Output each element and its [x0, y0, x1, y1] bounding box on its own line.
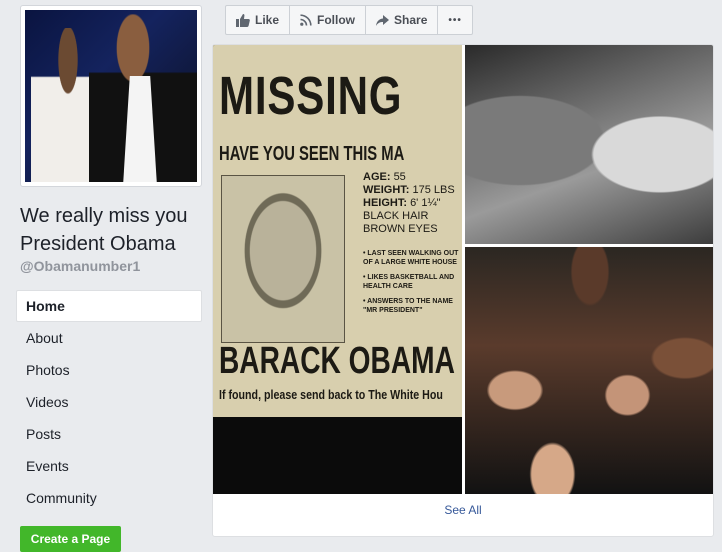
poster-footer: If found, please send back to The White … — [219, 387, 443, 402]
poster-bullet: • LIKES BASKETBALL AND HEALTH CARE — [363, 274, 455, 290]
height-label: HEIGHT: — [363, 197, 407, 209]
share-button[interactable]: Share — [366, 6, 439, 34]
like-label: Like — [255, 13, 280, 27]
page-handle[interactable]: @Obamanumber1 — [20, 258, 140, 274]
missing-poster: MISSING HAVE YOU SEEN THIS MA AGE: 55 WE… — [213, 45, 462, 417]
weight-value: 175 LBS — [412, 184, 455, 196]
age-label: AGE: — [363, 171, 391, 183]
side-navigation: Home About Photos Videos Posts Events Co… — [16, 290, 202, 514]
poster-portrait — [221, 175, 345, 343]
photo-basketball-crowd[interactable] — [465, 247, 713, 494]
eyes-text: BROWN EYES — [363, 223, 438, 235]
poster-bullet: • ANSWERS TO THE NAME "MR PRESIDENT" — [363, 298, 453, 314]
create-page-button[interactable]: Create a Page — [20, 526, 121, 552]
nav-item-videos[interactable]: Videos — [16, 386, 202, 418]
more-button[interactable]: ••• — [438, 6, 472, 34]
page-title: We really miss you President Obama — [20, 205, 188, 255]
poster-info: AGE: 55 WEIGHT: 175 LBS HEIGHT: 6' 1¼" B… — [363, 171, 455, 236]
poster-title: MISSING — [219, 66, 403, 126]
profile-photo — [25, 10, 197, 182]
nav-item-events[interactable]: Events — [16, 450, 202, 482]
nav-item-home[interactable]: Home — [16, 290, 202, 322]
poster-bullet: • LAST SEEN WALKING OUT OF A LARGE WHITE… — [363, 250, 459, 266]
thumbs-up-icon — [236, 13, 250, 27]
see-all-link[interactable]: See All — [213, 503, 713, 517]
poster-name: BARACK OBAMA — [219, 340, 455, 382]
share-arrow-icon — [376, 14, 390, 26]
nav-item-community[interactable]: Community — [16, 482, 202, 514]
poster-bullets: • LAST SEEN WALKING OUT OF A LARGE WHITE… — [363, 249, 459, 321]
follow-label: Follow — [317, 13, 356, 27]
hair-text: BLACK HAIR — [363, 210, 429, 222]
profile-picture[interactable] — [20, 5, 202, 187]
nav-item-about[interactable]: About — [16, 322, 202, 354]
page-action-bar: Like Follow Share ••• — [225, 5, 473, 35]
nav-item-photos[interactable]: Photos — [16, 354, 202, 386]
photos-card: MISSING HAVE YOU SEEN THIS MA AGE: 55 WE… — [212, 44, 714, 537]
photo-missing-poster[interactable]: MISSING HAVE YOU SEEN THIS MA AGE: 55 WE… — [213, 45, 462, 494]
rss-icon — [300, 14, 312, 26]
poster-question: HAVE YOU SEEN THIS MA — [219, 143, 405, 165]
more-icon: ••• — [448, 14, 462, 26]
share-label: Share — [394, 13, 428, 27]
height-value: 6' 1¼" — [410, 197, 441, 209]
follow-button[interactable]: Follow — [290, 6, 367, 34]
like-button[interactable]: Like — [226, 6, 291, 34]
photo-father-daughter[interactable] — [465, 45, 713, 244]
age-value: 55 — [393, 171, 406, 183]
weight-label: WEIGHT: — [363, 184, 410, 196]
nav-item-posts[interactable]: Posts — [16, 418, 202, 450]
